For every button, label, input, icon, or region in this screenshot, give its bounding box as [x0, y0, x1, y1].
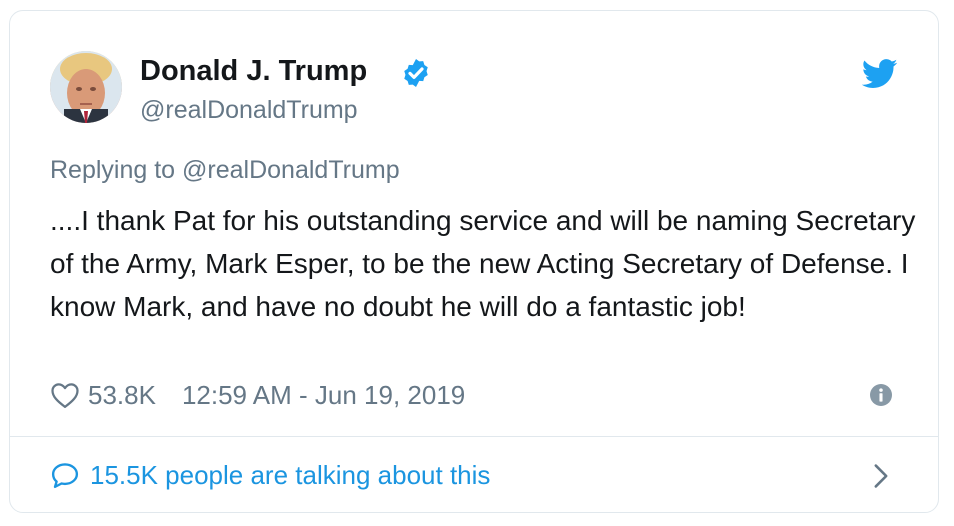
author-name[interactable]: Donald J. Trump: [140, 55, 367, 88]
verified-badge-icon: [404, 59, 428, 87]
author-handle[interactable]: @realDonaldTrump: [140, 96, 358, 125]
tweet-card: Donald J. Trump @realDonaldTrump Replyin…: [9, 10, 939, 513]
avatar-image: [50, 51, 122, 123]
chevron-right-icon[interactable]: [872, 463, 890, 489]
tweet-text: ....I thank Pat for his outstanding serv…: [50, 205, 916, 322]
conversation-count-label: 15.5K people are talking about this: [90, 459, 491, 490]
divider: [10, 436, 938, 437]
heart-icon[interactable]: [50, 381, 80, 409]
speech-bubble-icon: [51, 463, 79, 489]
replying-to-line: Replying to @realDonaldTrump: [50, 156, 400, 185]
avatar[interactable]: [50, 51, 122, 123]
conversation-link[interactable]: 15.5K people are talking about this: [50, 458, 490, 492]
tweet-timestamp[interactable]: 12:59 AM - Jun 19, 2019: [182, 380, 465, 411]
replying-to-label: Replying to: [50, 156, 183, 184]
tweet-meta: 53.8K 12:59 AM - Jun 19, 2019: [50, 377, 465, 413]
replying-to-handle[interactable]: @realDonaldTrump: [182, 156, 400, 184]
info-icon[interactable]: [870, 384, 892, 406]
twitter-bird-icon[interactable]: [862, 59, 898, 89]
like-count[interactable]: 53.8K: [88, 380, 156, 411]
